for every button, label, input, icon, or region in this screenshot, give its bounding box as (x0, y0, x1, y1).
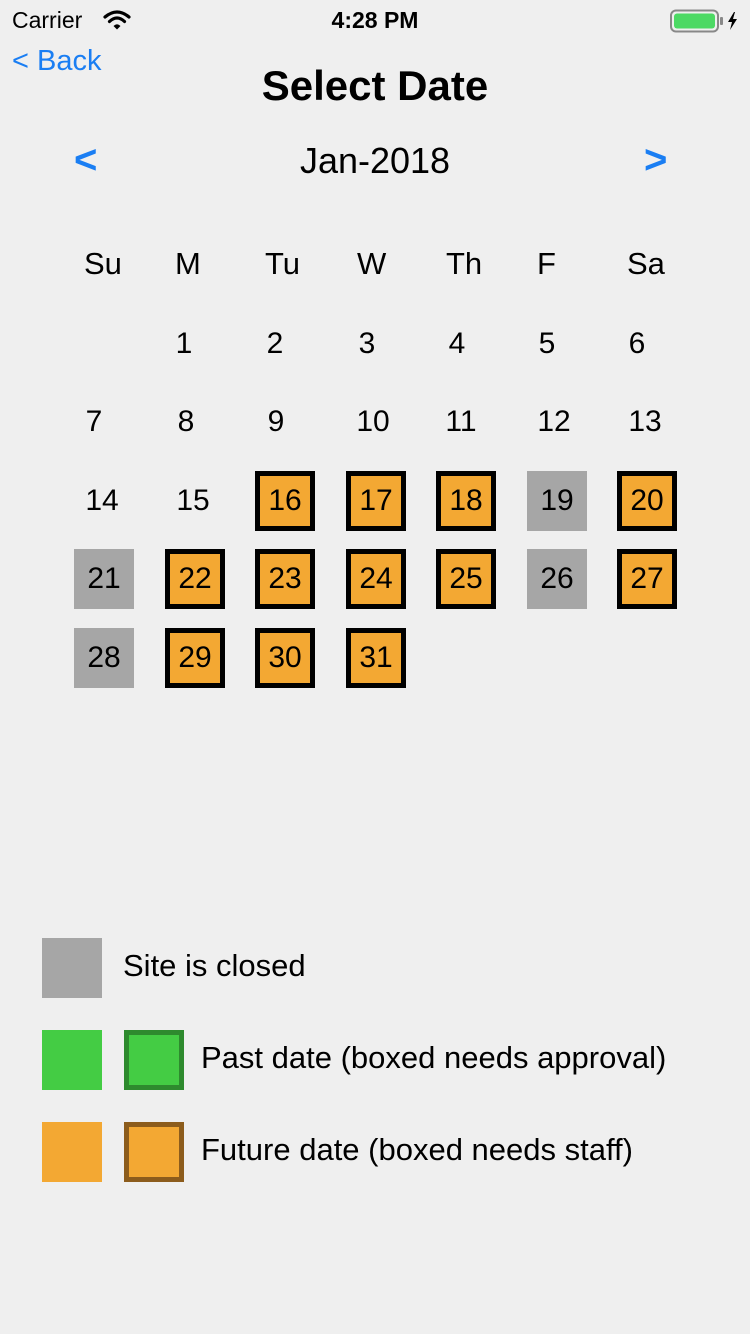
day-cell[interactable]: 11 (431, 392, 491, 452)
day-cell[interactable]: 9 (246, 392, 306, 452)
weekday-thursday: Th (446, 246, 483, 281)
day-number: 23 (268, 562, 302, 595)
day-cell[interactable]: 2 (245, 314, 305, 374)
day-cell[interactable]: 15 (163, 471, 223, 531)
day-cell[interactable]: 7 (64, 392, 124, 452)
day-number: 24 (359, 562, 393, 595)
day-number: 10 (356, 405, 390, 438)
day-number: 12 (537, 405, 571, 438)
legend-past-label: Past date (boxed needs approval) (201, 1040, 667, 1075)
day-number: 13 (628, 405, 662, 438)
day-number: 9 (267, 405, 285, 438)
weekday-saturday: Sa (627, 246, 665, 281)
weekday-wednesday: W (357, 246, 387, 281)
day-number: 17 (359, 484, 393, 517)
day-cell[interactable]: 21 (74, 549, 134, 609)
legend-closed-label: Site is closed (123, 948, 306, 983)
day-number: 3 (358, 327, 376, 360)
day-cell[interactable]: 30 (255, 628, 315, 688)
day-number: 2 (266, 327, 284, 360)
legend-future-label: Future date (boxed needs staff) (201, 1132, 633, 1167)
day-cell[interactable]: 5 (517, 314, 577, 374)
weekday-friday: F (537, 246, 556, 281)
day-number: 28 (87, 641, 121, 674)
month-label: Jan-2018 (299, 140, 451, 181)
day-number: 19 (540, 484, 574, 517)
next-month-button[interactable]: > (644, 138, 667, 183)
day-number: 30 (268, 641, 302, 674)
day-cell[interactable]: 29 (165, 628, 225, 688)
day-number: 31 (359, 641, 393, 674)
weekday-sunday: Su (84, 246, 122, 281)
day-cell[interactable]: 28 (74, 628, 134, 688)
day-cell[interactable]: 31 (346, 628, 406, 688)
day-number: 29 (178, 641, 212, 674)
closed-swatch (42, 938, 102, 998)
day-number: 15 (176, 484, 210, 517)
day-cell[interactable]: 17 (346, 471, 406, 531)
day-number: 27 (630, 562, 664, 595)
day-cell[interactable]: 18 (436, 471, 496, 531)
day-number: 1 (175, 327, 193, 360)
battery-icon (670, 9, 737, 33)
day-cell[interactable]: 23 (255, 549, 315, 609)
page-title: Select Date (261, 62, 489, 109)
day-cell[interactable]: 6 (607, 314, 667, 374)
day-cell[interactable]: 14 (72, 471, 132, 531)
day-number: 7 (85, 405, 103, 438)
day-number: 11 (445, 405, 477, 438)
day-cell[interactable]: 25 (436, 549, 496, 609)
weekday-monday: M (175, 246, 201, 281)
day-cell[interactable]: 10 (343, 392, 403, 452)
day-cell[interactable]: 24 (346, 549, 406, 609)
day-cell[interactable]: 20 (617, 471, 677, 531)
day-cell[interactable]: 27 (617, 549, 677, 609)
day-cell[interactable]: 4 (427, 314, 487, 374)
day-number: 4 (448, 327, 466, 360)
day-number: 21 (87, 562, 121, 595)
day-cell[interactable]: 22 (165, 549, 225, 609)
weekday-tuesday: Tu (265, 246, 301, 281)
day-number: 22 (178, 562, 212, 595)
day-cell[interactable]: 19 (527, 471, 587, 531)
day-number: 14 (85, 484, 119, 517)
day-cell[interactable]: 1 (154, 314, 214, 374)
day-cell[interactable]: 13 (615, 392, 675, 452)
day-cell[interactable]: 16 (255, 471, 315, 531)
day-number: 18 (449, 484, 483, 517)
status-bar: Carrier 4:28 PM (0, 0, 750, 40)
day-number: 20 (630, 484, 664, 517)
day-number: 6 (628, 327, 646, 360)
future-boxed-swatch (124, 1122, 184, 1182)
day-number: 5 (538, 327, 556, 360)
day-number: 8 (177, 405, 195, 438)
day-number: 16 (268, 484, 302, 517)
day-cell[interactable]: 8 (156, 392, 216, 452)
clock: 4:28 PM (331, 7, 419, 33)
day-number: 26 (540, 562, 574, 595)
past-swatch (42, 1030, 102, 1090)
day-cell[interactable]: 26 (527, 549, 587, 609)
future-swatch (42, 1122, 102, 1182)
day-number: 25 (449, 562, 483, 595)
past-boxed-swatch (124, 1030, 184, 1090)
day-cell[interactable]: 3 (337, 314, 397, 374)
day-cell[interactable]: 12 (524, 392, 584, 452)
